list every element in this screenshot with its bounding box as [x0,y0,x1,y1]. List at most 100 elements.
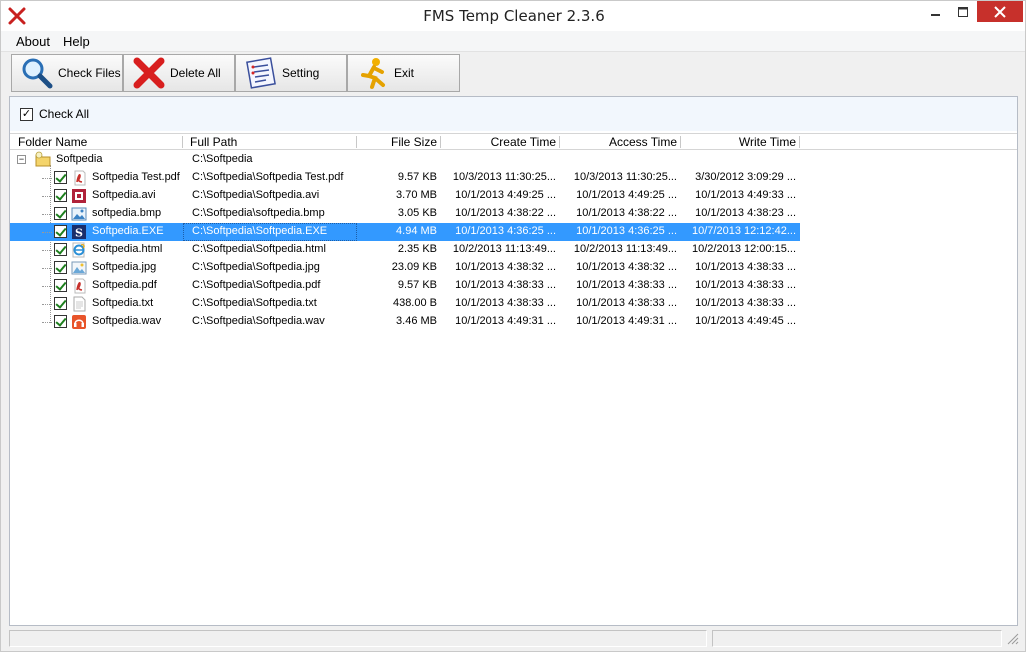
cell-full-path: C:\Softpedia\Softpedia Test.pdf [192,171,344,183]
collapse-toggle-icon[interactable]: − [17,155,26,164]
table-row[interactable]: Softpedia.pdf C:\Softpedia\Softpedia.pdf 9… [10,277,800,295]
cell-write-time: 10/7/2013 12:12:42... [692,225,796,237]
audio-icon [72,315,86,329]
cell-file-name: Softpedia.avi [92,189,156,201]
cell-access-time: 10/1/2013 4:38:33 ... [576,297,677,309]
check-files-label: Check Files [58,66,121,80]
minimize-button[interactable] [923,1,949,22]
cell-full-path: C:\Softpedia\Softpedia.jpg [192,261,320,273]
table-row[interactable]: Softpedia.html C:\Softpedia\Softpedia.htm… [10,241,800,259]
check-all-label[interactable]: Check All [39,107,89,121]
tree-branch [42,196,52,197]
window-title: FMS Temp Cleaner 2.3.6 [423,7,605,25]
cell-file-name: Softpedia.pdf [92,279,157,291]
exit-button[interactable]: Exit [347,54,460,92]
close-button[interactable] [977,1,1023,22]
cell-write-time: 10/1/2013 4:38:33 ... [695,279,796,291]
tree-branch [42,214,52,215]
row-checkbox[interactable] [54,315,67,328]
col-write-time[interactable]: Write Time [682,135,796,149]
menu-about[interactable]: About [16,34,50,49]
maximize-icon [958,6,968,17]
table-row[interactable]: Softpedia.wav C:\Softpedia\Softpedia.wav 3… [10,313,800,331]
cell-write-time: 10/1/2013 4:38:33 ... [695,297,796,309]
cell-create-time: 10/2/2013 11:13:49... [452,243,556,255]
col-folder-name[interactable]: Folder Name [18,135,87,149]
cell-file-size: 3.46 MB [396,315,437,327]
cell-file-name: Softpedia Test.pdf [92,171,180,183]
col-separator[interactable] [440,136,441,148]
col-separator[interactable] [799,136,800,148]
delete-all-label: Delete All [170,66,221,80]
cell-write-time: 10/1/2013 4:38:33 ... [695,261,796,273]
cell-access-time: 10/2/2013 11:13:49... [573,243,677,255]
pdf-icon [74,170,86,186]
cell-access-time: 10/1/2013 4:38:22 ... [576,207,677,219]
table-row[interactable]: Softpedia.txt C:\Softpedia\Softpedia.txt 4… [10,295,800,313]
tree-root-row[interactable]: − Softpedia C:\Softpedia [10,151,800,169]
cell-full-path: C:\Softpedia\Softpedia.pdf [192,279,321,291]
delete-all-button[interactable]: Delete All [123,54,235,92]
col-separator[interactable] [182,136,183,148]
running-person-icon [361,58,385,89]
row-checkbox[interactable] [54,243,67,256]
table-row[interactable]: S Softpedia.EXE C:\Softpedia\Softpedia.EXE… [10,223,800,241]
folder-icon [35,151,51,167]
status-bar [1,627,1025,651]
table-row[interactable]: Softpedia.jpg C:\Softpedia\Softpedia.jpg 2… [10,259,800,277]
cell-access-time: 10/1/2013 4:49:31 ... [576,315,677,327]
cell-create-time: 10/1/2013 4:38:22 ... [455,207,556,219]
maximize-button[interactable] [950,1,976,22]
table-row[interactable]: softpedia.bmp C:\Softpedia\softpedia.bmp 3… [10,205,800,223]
cell-full-path: C:\Softpedia\Softpedia.wav [192,315,325,327]
cell-file-size: 3.70 MB [396,189,437,201]
focused-cell-outline [183,223,357,241]
menu-help[interactable]: Help [63,34,90,49]
setting-button[interactable]: Setting [235,54,347,92]
col-create-time[interactable]: Create Time [442,135,556,149]
check-all-checkbox[interactable]: ✓ [20,108,33,121]
cell-access-time: 10/3/2013 11:30:25... [573,171,677,183]
row-checkbox[interactable] [54,225,67,238]
col-full-path[interactable]: Full Path [190,135,237,149]
check-files-button[interactable]: Check Files [11,54,123,92]
exit-label: Exit [394,66,415,80]
close-icon [994,5,1006,18]
row-checkbox[interactable] [54,171,67,184]
col-separator[interactable] [559,136,560,148]
cell-access-time: 10/1/2013 4:49:25 ... [576,189,677,201]
jpg-icon [71,261,87,275]
cell-create-time: 10/1/2013 4:38:33 ... [455,279,556,291]
col-separator[interactable] [356,136,357,148]
status-pane-right [712,630,1002,647]
resize-grip-icon[interactable] [1005,631,1019,645]
minimize-icon [931,13,940,16]
image-icon [71,207,87,221]
tree-branch [42,178,52,179]
table-row[interactable]: Softpedia.avi C:\Softpedia\Softpedia.avi 3… [10,187,800,205]
cell-file-size: 4.94 MB [396,225,437,237]
row-checkbox[interactable] [54,279,67,292]
app-window: FMS Temp Cleaner 2.3.6 About Help Check … [0,0,1026,652]
cell-full-path: C:\Softpedia\Softpedia.avi [192,189,320,201]
row-checkbox[interactable] [54,261,67,274]
col-access-time[interactable]: Access Time [561,135,677,149]
row-checkbox[interactable] [54,207,67,220]
cell-access-time: 10/1/2013 4:36:25 ... [576,225,677,237]
cell-file-size: 23.09 KB [391,261,437,273]
title-bar[interactable]: FMS Temp Cleaner 2.3.6 [1,1,1025,31]
pdf-icon [74,278,86,294]
html-icon [72,242,85,258]
row-checkbox[interactable] [54,189,67,202]
cell-create-time: 10/3/2013 11:30:25... [452,171,556,183]
cell-file-name: Softpedia.jpg [92,261,157,273]
cell-access-time: 10/1/2013 4:38:32 ... [576,261,677,273]
col-file-size[interactable]: File Size [365,135,437,149]
col-separator[interactable] [680,136,681,148]
cell-full-path: C:\Softpedia\Softpedia.html [192,243,326,255]
settings-list-icon [246,57,276,89]
root-name: Softpedia [56,153,103,165]
cell-write-time: 10/1/2013 4:49:45 ... [695,315,796,327]
table-row[interactable]: Softpedia Test.pdf C:\Softpedia\Softpedia… [10,169,800,187]
row-checkbox[interactable] [54,297,67,310]
